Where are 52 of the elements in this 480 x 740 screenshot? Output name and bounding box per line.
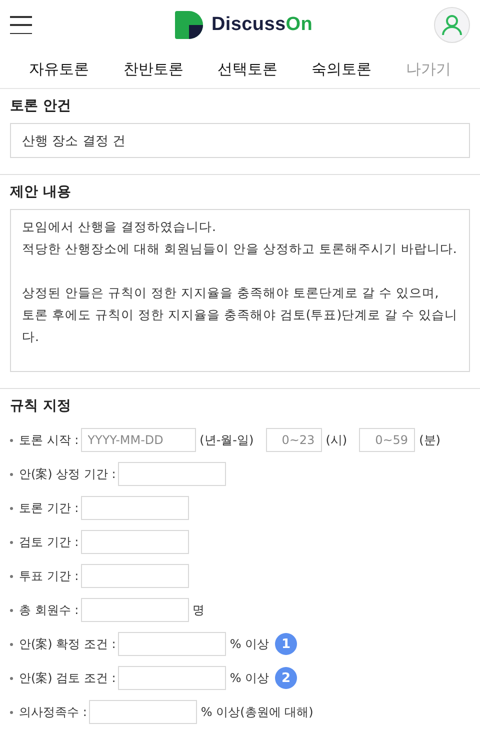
unit-label: 명 [192,602,205,618]
input-field[interactable] [80,530,189,554]
rule-label: 토론 기간 : [19,500,79,516]
input-field[interactable] [88,700,197,724]
profile-button[interactable] [434,7,470,43]
unit-label: (분) [419,432,440,448]
input-field[interactable] [118,632,226,656]
nav-tab[interactable]: 자유토론 [23,56,96,82]
unit-label: (년-월-일) [200,432,254,448]
input-field[interactable] [80,598,189,622]
input-field[interactable] [80,564,189,588]
bullet-icon [10,710,13,714]
nav-tab[interactable]: 숙의토론 [306,56,378,82]
time-field[interactable]: 0~23 [266,428,322,452]
rule-label: 검토 기간 : [19,534,79,550]
rule-label: 총 회원수 : [19,602,79,618]
time-field[interactable]: 0~59 [359,428,416,452]
section-heading: 토론 안건 [10,97,72,115]
rule-label: 토론 시작 : [19,432,79,448]
bullet-icon [10,506,13,510]
rule-label: 의사정족수 : [19,704,87,720]
bullet-icon [10,642,13,646]
number-badge: 2 [275,667,298,689]
logo-icon [175,11,204,39]
bullet-icon [10,472,13,476]
input-field[interactable] [118,462,226,486]
rule-label: 안(案) 확정 조건 : [19,636,116,652]
bullet-icon [10,676,13,680]
logo-text: DiscussOn [211,14,313,36]
unit-label: % 이상(총원에 대해) [200,704,314,720]
proposal-text-area[interactable]: 모임에서 산행을 결정하였습니다. 적당한 산행장소에 대해 회원님들이 안을 상정하고 토론해주시기 바랍니다. 상정된 안들은 규칙이 정한 지지율을 충족해야 토론단계로 갈 수 있으며, 토론 후에도 규칙이 정한 지지율을 충족해야 검토(투표)단계로 갈 수 있습니다. [10,209,470,372]
menu-icon[interactable] [10,16,32,34]
topic-field[interactable]: 산행 장소 결정 건 [10,123,470,158]
rule-label: 안(案) 상정 기간 : [19,466,116,482]
rule-label: 안(案) 검토 조건 : [19,670,116,686]
bullet-icon [10,608,13,612]
bullet-icon [10,574,13,578]
person-icon [442,14,462,36]
unit-label: (시) [326,432,348,448]
number-badge: 1 [275,633,298,655]
nav-tab[interactable]: 선택토론 [211,56,284,82]
bullet-icon [10,438,13,442]
section-heading: 규칙 지정 [10,397,72,415]
nav-tab[interactable]: 찬반토론 [117,56,190,82]
rule-label: 투표 기간 : [19,568,79,584]
date-field[interactable]: YYYY-MM-DD [80,428,196,452]
input-field[interactable] [80,496,189,520]
unit-label: % 이상 [230,670,270,686]
input-field[interactable] [118,666,226,690]
bullet-icon [10,540,13,544]
section-heading: 제안 내용 [10,183,72,201]
unit-label: % 이상 [230,636,270,652]
